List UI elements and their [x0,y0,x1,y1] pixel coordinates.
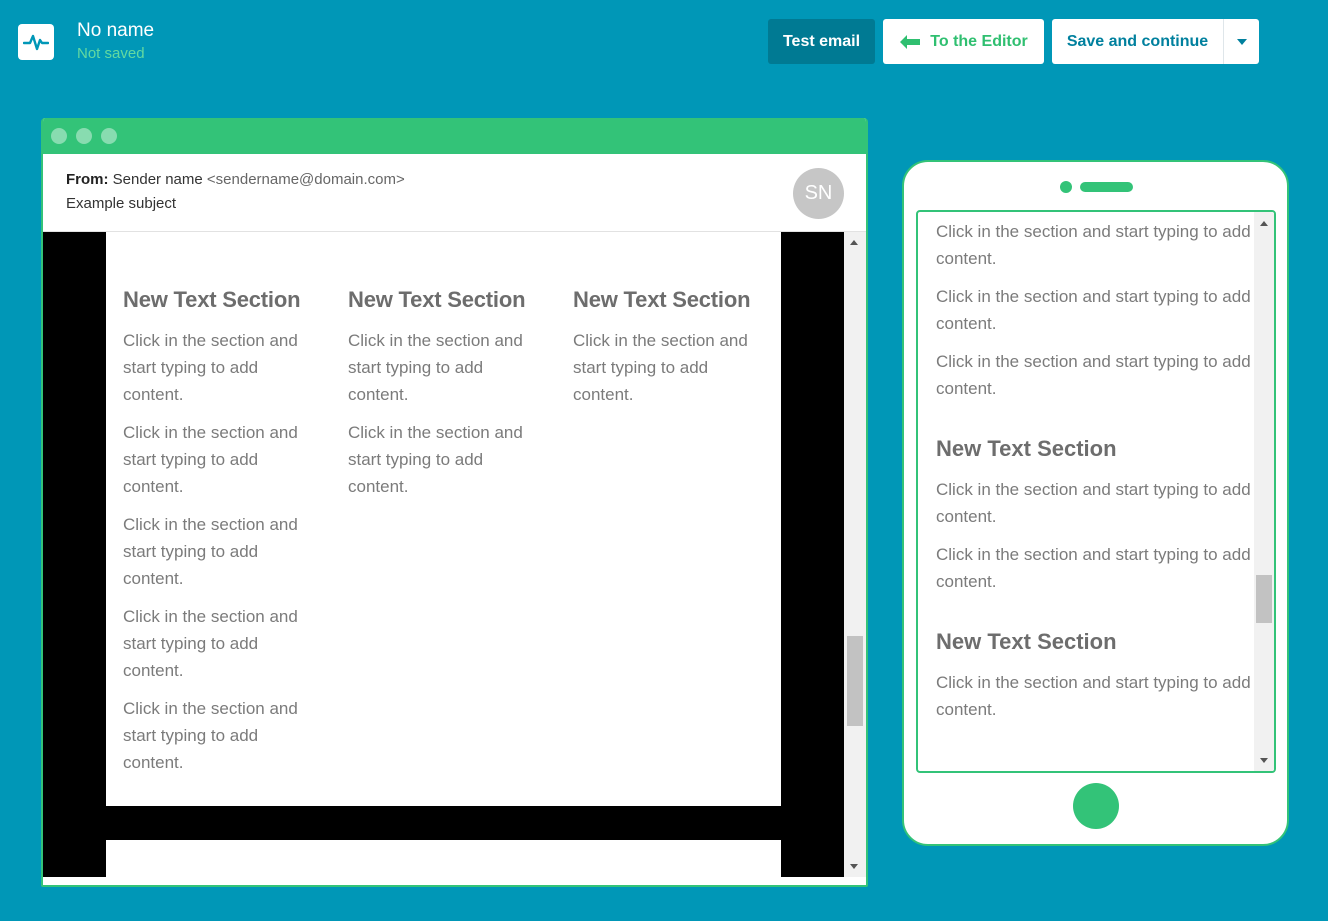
section-paragraph[interactable]: Click in the section and start typing to… [936,218,1251,272]
section-paragraph[interactable]: Click in the section and start typing to… [936,283,1251,337]
scroll-up-icon[interactable] [850,240,858,245]
avatar: SN [793,168,844,219]
test-email-button[interactable]: Test email [768,19,875,64]
email-content-block[interactable]: New Text Section Click in the section and… [106,232,781,806]
scroll-down-icon[interactable] [1260,758,1268,763]
test-email-label: Test email [782,32,861,50]
save-options-dropdown[interactable] [1223,19,1259,64]
section-paragraph[interactable]: Click in the section and start typing to… [123,327,323,408]
camera-icon [1060,181,1072,193]
sender-address: <sendername@domain.com> [206,171,405,188]
to-editor-label: To the Editor [930,32,1028,50]
text-column-2[interactable]: New Text Section Click in the section and… [348,287,548,511]
scroll-thumb[interactable] [1256,575,1272,623]
text-column-1[interactable]: New Text Section Click in the section and… [123,287,323,787]
mobile-content[interactable]: Click in the section and start typing to… [936,218,1251,734]
scroll-up-icon[interactable] [1260,221,1268,226]
app-logo[interactable] [18,24,54,60]
section-paragraph[interactable]: Click in the section and start typing to… [936,541,1251,595]
section-heading[interactable]: New Text Section [936,629,1251,655]
window-titlebar [43,118,866,154]
speaker-icon [1080,182,1133,192]
save-continue-button[interactable]: Save and continue [1052,19,1259,64]
mobile-scrollbar[interactable] [1254,212,1274,771]
pulse-icon [23,34,49,51]
section-paragraph[interactable]: Click in the section and start typing to… [123,511,323,592]
section-paragraph[interactable]: Click in the section and start typing to… [348,419,548,500]
section-paragraph[interactable]: Click in the section and start typing to… [123,603,323,684]
section-paragraph[interactable]: Click in the section and start typing to… [123,695,323,776]
scroll-down-icon[interactable] [850,864,858,869]
section-paragraph[interactable]: Click in the section and start typing to… [936,476,1251,530]
home-button [1073,783,1119,829]
section-paragraph[interactable]: Click in the section and start typing to… [936,348,1251,402]
document-title[interactable]: No name [77,20,154,42]
section-heading[interactable]: New Text Section [348,287,548,313]
section-paragraph[interactable]: Click in the section and start typing to… [573,327,773,408]
section-heading[interactable]: New Text Section [573,287,773,313]
window-dot-icon [51,128,67,144]
email-content-block-next[interactable] [106,840,781,877]
mobile-screen[interactable]: Click in the section and start typing to… [916,210,1276,773]
caret-down-icon [1236,38,1247,45]
section-heading[interactable]: New Text Section [936,436,1251,462]
email-subject: Example subject [66,195,177,212]
text-column-3[interactable]: New Text Section Click in the section and… [573,287,773,419]
sender-name: Sender name [112,171,203,188]
arrow-left-icon [900,34,921,49]
scroll-thumb[interactable] [847,636,863,726]
section-paragraph[interactable]: Click in the section and start typing to… [936,669,1251,723]
email-canvas[interactable]: New Text Section Click in the section and… [43,232,844,877]
desktop-preview: From: Sender name <sendername@domain.com… [41,118,868,887]
window-dot-icon [76,128,92,144]
email-header: From: Sender name <sendername@domain.com… [43,154,866,232]
from-line: From: Sender name <sendername@domain.com… [66,171,405,188]
mobile-preview: Click in the section and start typing to… [902,160,1289,846]
window-dot-icon [101,128,117,144]
section-paragraph[interactable]: Click in the section and start typing to… [348,327,548,408]
save-continue-label: Save and continue [1066,32,1209,50]
save-status: Not saved [77,45,145,62]
section-paragraph[interactable]: Click in the section and start typing to… [123,419,323,500]
from-label: From: [66,171,109,188]
desktop-scrollbar[interactable] [844,232,866,877]
section-heading[interactable]: New Text Section [123,287,323,313]
to-editor-button[interactable]: To the Editor [883,19,1044,64]
